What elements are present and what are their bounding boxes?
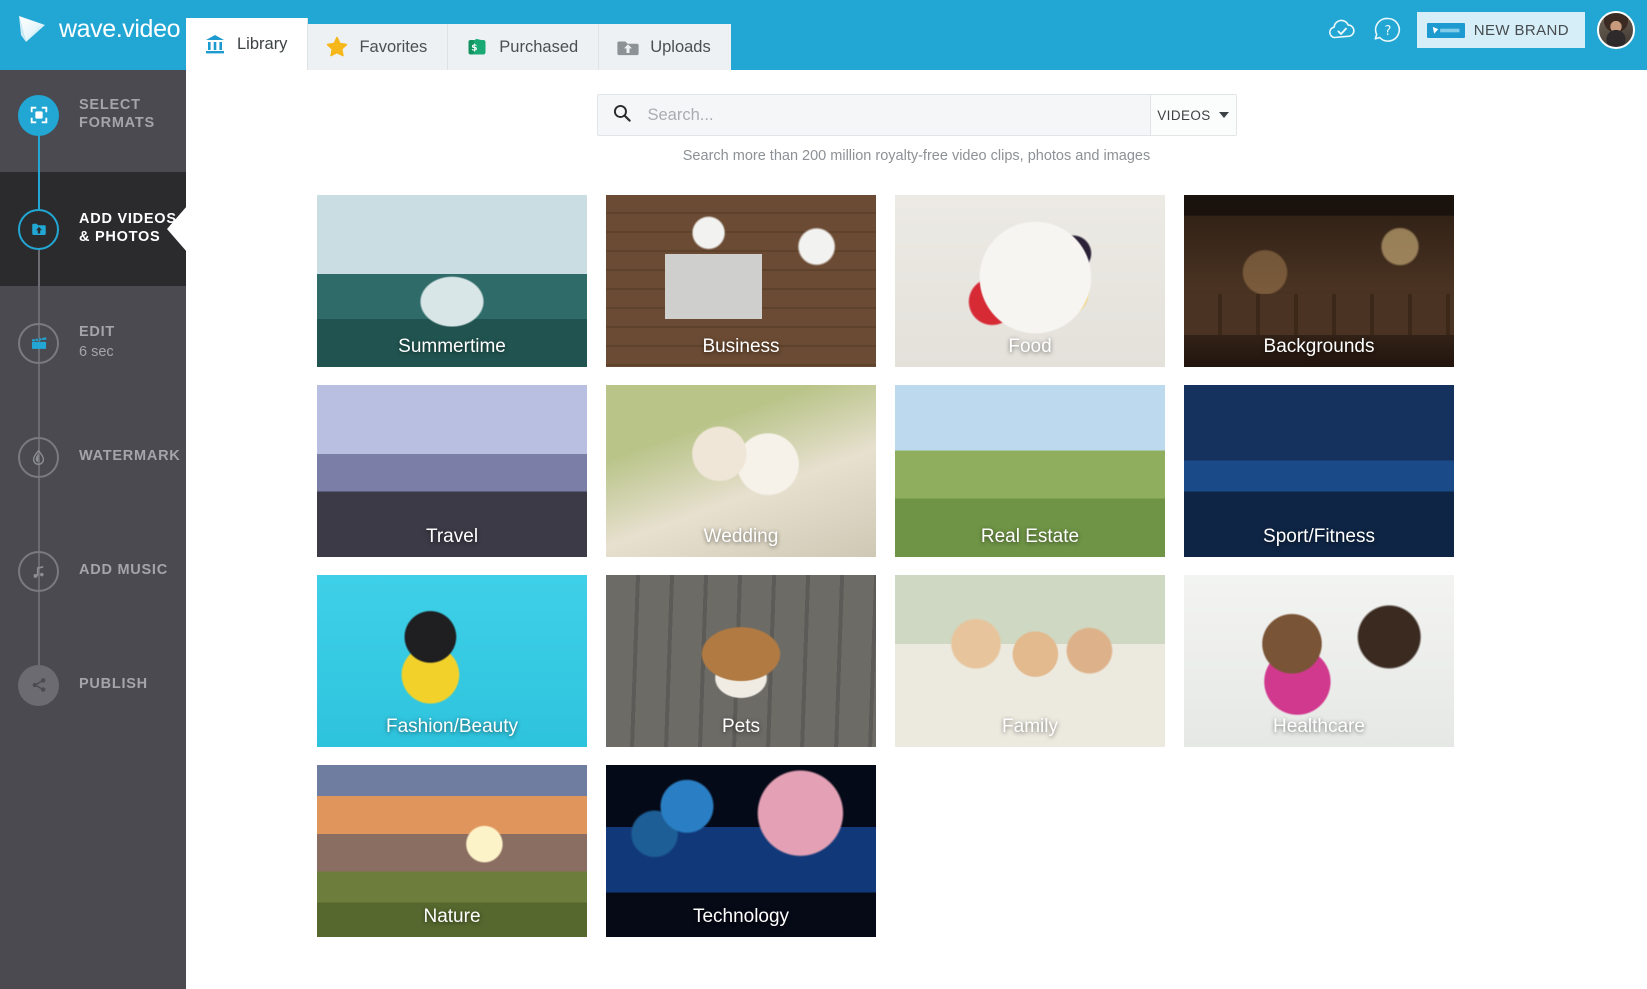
workflow-sidebar: SELECT FORMATS ADD VIDEOS & PHOTOS EDIT … — [0, 58, 186, 989]
new-brand-label: NEW BRAND — [1473, 21, 1569, 39]
category-tile[interactable]: Business — [606, 195, 876, 367]
category-tile[interactable]: Travel — [317, 385, 587, 557]
category-tile[interactable]: Real Estate — [895, 385, 1165, 557]
sidebar-step-label: ADD MUSIC — [79, 562, 168, 579]
category-tile[interactable]: Pets — [606, 575, 876, 747]
droplet-icon — [18, 436, 59, 478]
avatar[interactable] — [1597, 11, 1635, 49]
tab-favorites-label: Favorites — [359, 37, 428, 56]
category-tile-label: Family — [1002, 716, 1058, 737]
category-tile-label: Sport/Fitness — [1263, 526, 1375, 547]
share-icon — [18, 664, 59, 706]
category-tile-label: Backgrounds — [1263, 336, 1375, 357]
search-magnifier-icon — [612, 103, 632, 128]
header-actions: ? NEW BRAND — [1325, 11, 1635, 49]
tab-favorites[interactable]: Favorites — [308, 24, 449, 70]
new-brand-button[interactable]: NEW BRAND — [1416, 12, 1585, 48]
category-tile-label: Pets — [721, 716, 761, 737]
sidebar-step-publish[interactable]: PUBLISH — [0, 628, 186, 742]
category-tile[interactable]: Food — [895, 195, 1165, 367]
media-type-value: VIDEOS — [1157, 107, 1211, 123]
music-note-icon — [18, 550, 59, 592]
cloud-check-icon[interactable] — [1325, 13, 1359, 47]
category-grid: Summertime Business Food Backgrounds Travel W… — [317, 195, 1457, 937]
category-tile-label: Real Estate — [980, 526, 1080, 547]
category-tile[interactable]: Technology — [606, 765, 876, 937]
search-hint-text: Search more than 200 million royalty-fre… — [682, 148, 1151, 164]
category-tile-label: Nature — [423, 906, 481, 927]
category-tile[interactable]: Backgrounds — [1184, 195, 1454, 367]
tab-library[interactable]: Library — [186, 18, 309, 70]
top-header-bar: wave.video Library Favorites $ Purchased… — [0, 0, 1647, 70]
play-triangle-logo-icon — [14, 12, 48, 46]
chevron-down-icon — [1218, 112, 1229, 118]
svg-text:?: ? — [1384, 24, 1391, 39]
sidebar-step-label: WATERMARK — [79, 448, 181, 465]
sidebar-step-add-videos-photos[interactable]: ADD VIDEOS & PHOTOS — [0, 172, 186, 286]
media-type-select[interactable]: VIDEOS — [1149, 95, 1236, 135]
brand-name: wave.video — [59, 14, 181, 43]
media-icon — [18, 208, 59, 250]
tab-uploads-label: Uploads — [650, 37, 711, 56]
app-root: wave.video Library Favorites $ Purchased… — [0, 0, 1647, 989]
category-tile-label: Business — [702, 336, 780, 357]
main-content: VIDEOS Search more than 200 million roya… — [186, 58, 1647, 989]
category-tile-label: Food — [1008, 336, 1052, 357]
tab-purchased-label: Purchased — [499, 37, 579, 56]
svg-text:$: $ — [471, 44, 477, 54]
sidebar-step-select-formats[interactable]: SELECT FORMATS — [0, 58, 186, 172]
tab-purchased[interactable]: $ Purchased — [448, 24, 600, 70]
search-input[interactable] — [631, 105, 1150, 125]
category-tile[interactable]: Nature — [317, 765, 587, 937]
sidebar-step-label: PUBLISH — [79, 676, 148, 693]
sidebar-step-label: SELECT FORMATS — [79, 97, 155, 131]
category-tile-label: Fashion/Beauty — [385, 716, 519, 737]
wallet-dollar-icon: $ — [466, 36, 488, 58]
sidebar-step-edit[interactable]: EDIT 6 sec — [0, 286, 186, 400]
category-tile-label: Travel — [425, 526, 479, 547]
search-section: VIDEOS Search more than 200 million roya… — [186, 94, 1647, 164]
category-tile-label: Summertime — [398, 336, 506, 357]
sidebar-step-label: EDIT 6 sec — [79, 324, 116, 360]
formats-icon — [18, 94, 59, 136]
search-bar: VIDEOS — [596, 94, 1237, 136]
category-tile[interactable]: Healthcare — [1184, 575, 1454, 747]
category-tile[interactable]: Wedding — [606, 385, 876, 557]
sidebar-step-add-music[interactable]: ADD MUSIC — [0, 514, 186, 628]
star-icon — [326, 36, 348, 58]
sidebar-step-watermark[interactable]: WATERMARK — [0, 400, 186, 514]
category-tile-label: Healthcare — [1273, 716, 1365, 737]
clapboard-icon — [18, 322, 59, 364]
sidebar-step-label: ADD VIDEOS & PHOTOS — [79, 211, 177, 245]
help-question-icon[interactable]: ? — [1371, 13, 1405, 47]
category-tile[interactable]: Family — [895, 575, 1165, 747]
tab-library-label: Library — [237, 34, 288, 53]
brand-logo[interactable]: wave.video — [14, 12, 180, 46]
tab-bar: Library Favorites $ Purchased Uploads — [186, 18, 731, 70]
library-bank-icon — [204, 33, 226, 55]
folder-upload-icon — [617, 36, 639, 58]
tab-uploads[interactable]: Uploads — [599, 24, 731, 70]
category-tile[interactable]: Fashion/Beauty — [317, 575, 587, 747]
new-brand-logo-badge — [1426, 22, 1465, 38]
category-tile-label: Wedding — [703, 526, 779, 547]
category-tile-label: Technology — [692, 906, 790, 927]
search-field — [598, 95, 1150, 135]
category-tile[interactable]: Summertime — [317, 195, 587, 367]
category-tile[interactable]: Sport/Fitness — [1184, 385, 1454, 557]
